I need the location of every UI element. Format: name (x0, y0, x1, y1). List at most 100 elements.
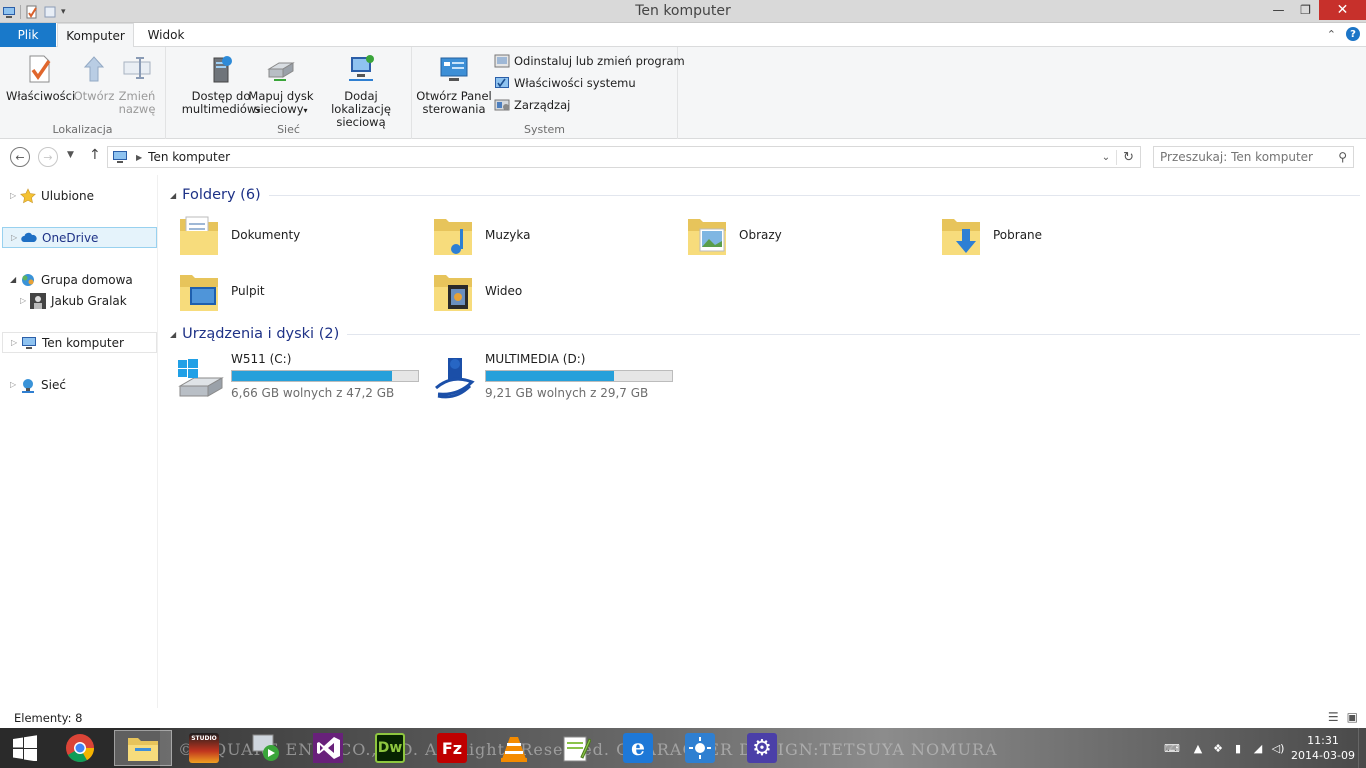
internet-explorer-icon: e (623, 733, 653, 763)
chrome-icon (66, 734, 94, 762)
section-foldery[interactable]: ◢ Foldery (6) (170, 183, 1360, 207)
address-bar-row: ← → ▼ ↑ ▶ Ten komputer ⌄ ↻ ⚲ (0, 139, 1366, 175)
folder-pobrane[interactable]: Pobrane (932, 208, 1182, 262)
search-icon[interactable]: ⚲ (1338, 150, 1347, 164)
taskbar-internet-explorer[interactable]: e (610, 730, 666, 766)
ribbon: Właściwości Otwórz Zmień nazwę Lokalizac… (0, 47, 1366, 139)
battery-icon[interactable]: ▮ (1228, 742, 1248, 755)
show-desktop-button[interactable] (1358, 728, 1366, 768)
drive-usage-fill (232, 371, 392, 381)
zarzadzaj-button[interactable]: Zarządzaj (494, 95, 570, 115)
wlasciwosci-button[interactable]: Właściwości (6, 51, 75, 103)
recent-locations-icon[interactable]: ▼ (67, 150, 74, 160)
nav-item-onedrive[interactable]: ▷ OneDrive (2, 227, 157, 248)
computer-icon (21, 335, 37, 351)
nav-item-ten-komputer[interactable]: ▷ Ten komputer (2, 332, 157, 353)
computer-icon (112, 150, 128, 164)
folder-label: Wideo (485, 284, 523, 298)
minimize-button[interactable]: — (1265, 0, 1292, 20)
taskbar-vlc[interactable] (486, 730, 542, 766)
wlasciwosci-systemu-button[interactable]: Właściwości systemu (494, 73, 636, 93)
tab-widok[interactable]: Widok (138, 23, 194, 47)
collapse-icon[interactable]: ◢ (10, 275, 20, 284)
navigation-pane: ▷ Ulubione ▷ OneDrive ◢ Grupa domowa ▷ J… (0, 175, 158, 708)
drive-d[interactable]: MULTIMEDIA (D:) 9,21 GB wolnych z 29,7 G… (424, 352, 684, 404)
expand-icon[interactable]: ▷ (10, 380, 20, 389)
nav-item-user[interactable]: ▷ Jakub Gralak (0, 290, 157, 311)
collapse-section-icon[interactable]: ◢ (170, 191, 176, 200)
folder-muzyka[interactable]: Muzyka (424, 208, 674, 262)
maximize-button[interactable]: ❐ (1292, 0, 1319, 20)
breadcrumb-separator-icon[interactable]: ▶ (136, 153, 142, 162)
taskbar-explorer[interactable] (114, 730, 172, 766)
back-button[interactable]: ← (10, 147, 30, 167)
odinstaluj-button[interactable]: Odinstaluj lub zmień program (494, 51, 685, 71)
show-hidden-icons-icon[interactable]: ▲ (1188, 742, 1208, 755)
taskbar-app-studio[interactable]: STUDIO (176, 730, 232, 766)
taskbar-filezilla[interactable]: Fz (424, 730, 480, 766)
otworz-button[interactable]: Otwórz (72, 51, 116, 103)
drive-name: MULTIMEDIA (D:) (485, 352, 586, 366)
explorer-window: ▾ Ten komputer — ❐ ✕ Plik Komputer Widok… (0, 0, 1366, 728)
group-siec-label: Sieć (277, 123, 300, 136)
cloud-icon (21, 230, 37, 246)
help-icon[interactable]: ? (1346, 27, 1360, 41)
taskbar-dreamweaver[interactable]: Dw (362, 730, 418, 766)
close-button[interactable]: ✕ (1319, 0, 1366, 20)
taskbar-visual-studio[interactable] (300, 730, 356, 766)
dropbox-icon[interactable]: ❖ (1208, 742, 1228, 755)
title-bar[interactable]: ▾ Ten komputer — ❐ ✕ (0, 0, 1366, 23)
downloads-folder-icon (940, 211, 984, 259)
taskbar-chrome[interactable] (52, 730, 108, 766)
nav-item-ulubione[interactable]: ▷ Ulubione (0, 185, 157, 206)
breadcrumb-ten-komputer[interactable]: Ten komputer (148, 150, 230, 164)
expand-icon[interactable]: ▷ (11, 233, 21, 242)
expand-icon[interactable]: ▷ (20, 296, 30, 305)
search-box[interactable]: ⚲ (1153, 146, 1354, 168)
folder-dokumenty[interactable]: Dokumenty (170, 208, 420, 262)
tab-plik[interactable]: Plik (0, 23, 56, 47)
expand-icon[interactable]: ▷ (10, 191, 20, 200)
details-view-icon[interactable]: ☰ (1328, 710, 1339, 724)
large-icons-view-icon[interactable]: ▣ (1347, 710, 1358, 724)
section-foldery-title: Foldery (6) (182, 187, 261, 203)
zmien-nazwe-button[interactable]: Zmień nazwę (116, 51, 158, 116)
volume-icon[interactable]: ◁) (1268, 742, 1288, 755)
start-button[interactable] (0, 730, 50, 766)
otworz-panel-button[interactable]: Otwórz Panel sterowania (416, 51, 492, 116)
address-dropdown-icon[interactable]: ⌄ (1096, 152, 1116, 163)
signal-icon[interactable]: ◢ (1248, 742, 1268, 755)
clock[interactable]: 11:31 2014-03-09 (1288, 733, 1358, 763)
group-lokalizacja: Właściwości Otwórz Zmień nazwę Lokalizac… (0, 47, 166, 139)
gear-icon: ⚙ (747, 733, 777, 763)
taskbar-notepadpp[interactable] (548, 730, 604, 766)
folder-wideo[interactable]: Wideo (424, 264, 674, 318)
up-arrow-icon[interactable]: ↑ (89, 147, 101, 163)
section-urzadzenia[interactable]: ◢ Urządzenia i dyski (2) (170, 322, 1360, 346)
address-box[interactable]: ▶ Ten komputer ⌄ ↻ (107, 146, 1141, 168)
nav-item-siec[interactable]: ▷ Sieć (0, 374, 157, 395)
search-input[interactable] (1160, 150, 1330, 164)
nav-item-grupa-domowa[interactable]: ◢ Grupa domowa (0, 269, 157, 290)
mapuj-dysk-button[interactable]: Mapuj dysk sieciowy▾ (248, 51, 314, 117)
folder-obrazy[interactable]: Obrazy (678, 208, 928, 262)
avatar (30, 292, 46, 309)
taskbar-media-player[interactable] (238, 730, 294, 766)
documents-folder-icon (178, 211, 222, 259)
refresh-icon[interactable]: ↻ (1116, 149, 1140, 165)
visual-studio-icon (313, 733, 343, 763)
taskbar-settings[interactable]: ⚙ (734, 730, 790, 766)
forward-button[interactable]: → (38, 147, 58, 167)
programs-icon (494, 53, 510, 69)
collapse-ribbon-icon[interactable]: ⌃ (1327, 28, 1336, 41)
back-arrow-icon: ← (15, 150, 25, 164)
keyboard-icon[interactable]: ⌨ (1156, 742, 1188, 755)
zmien-label-2: nazwę (118, 102, 156, 116)
expand-icon[interactable]: ▷ (11, 338, 21, 347)
collapse-section-icon[interactable]: ◢ (170, 330, 176, 339)
drive-c[interactable]: W511 (C:) 6,66 GB wolnych z 47,2 GB (170, 352, 430, 404)
dodaj-lokalizacje-button[interactable]: Dodaj lokalizację sieciową (314, 51, 408, 129)
folder-pulpit[interactable]: Pulpit (170, 264, 420, 318)
taskbar-app-sun[interactable] (672, 730, 728, 766)
tab-komputer[interactable]: Komputer (57, 23, 134, 48)
